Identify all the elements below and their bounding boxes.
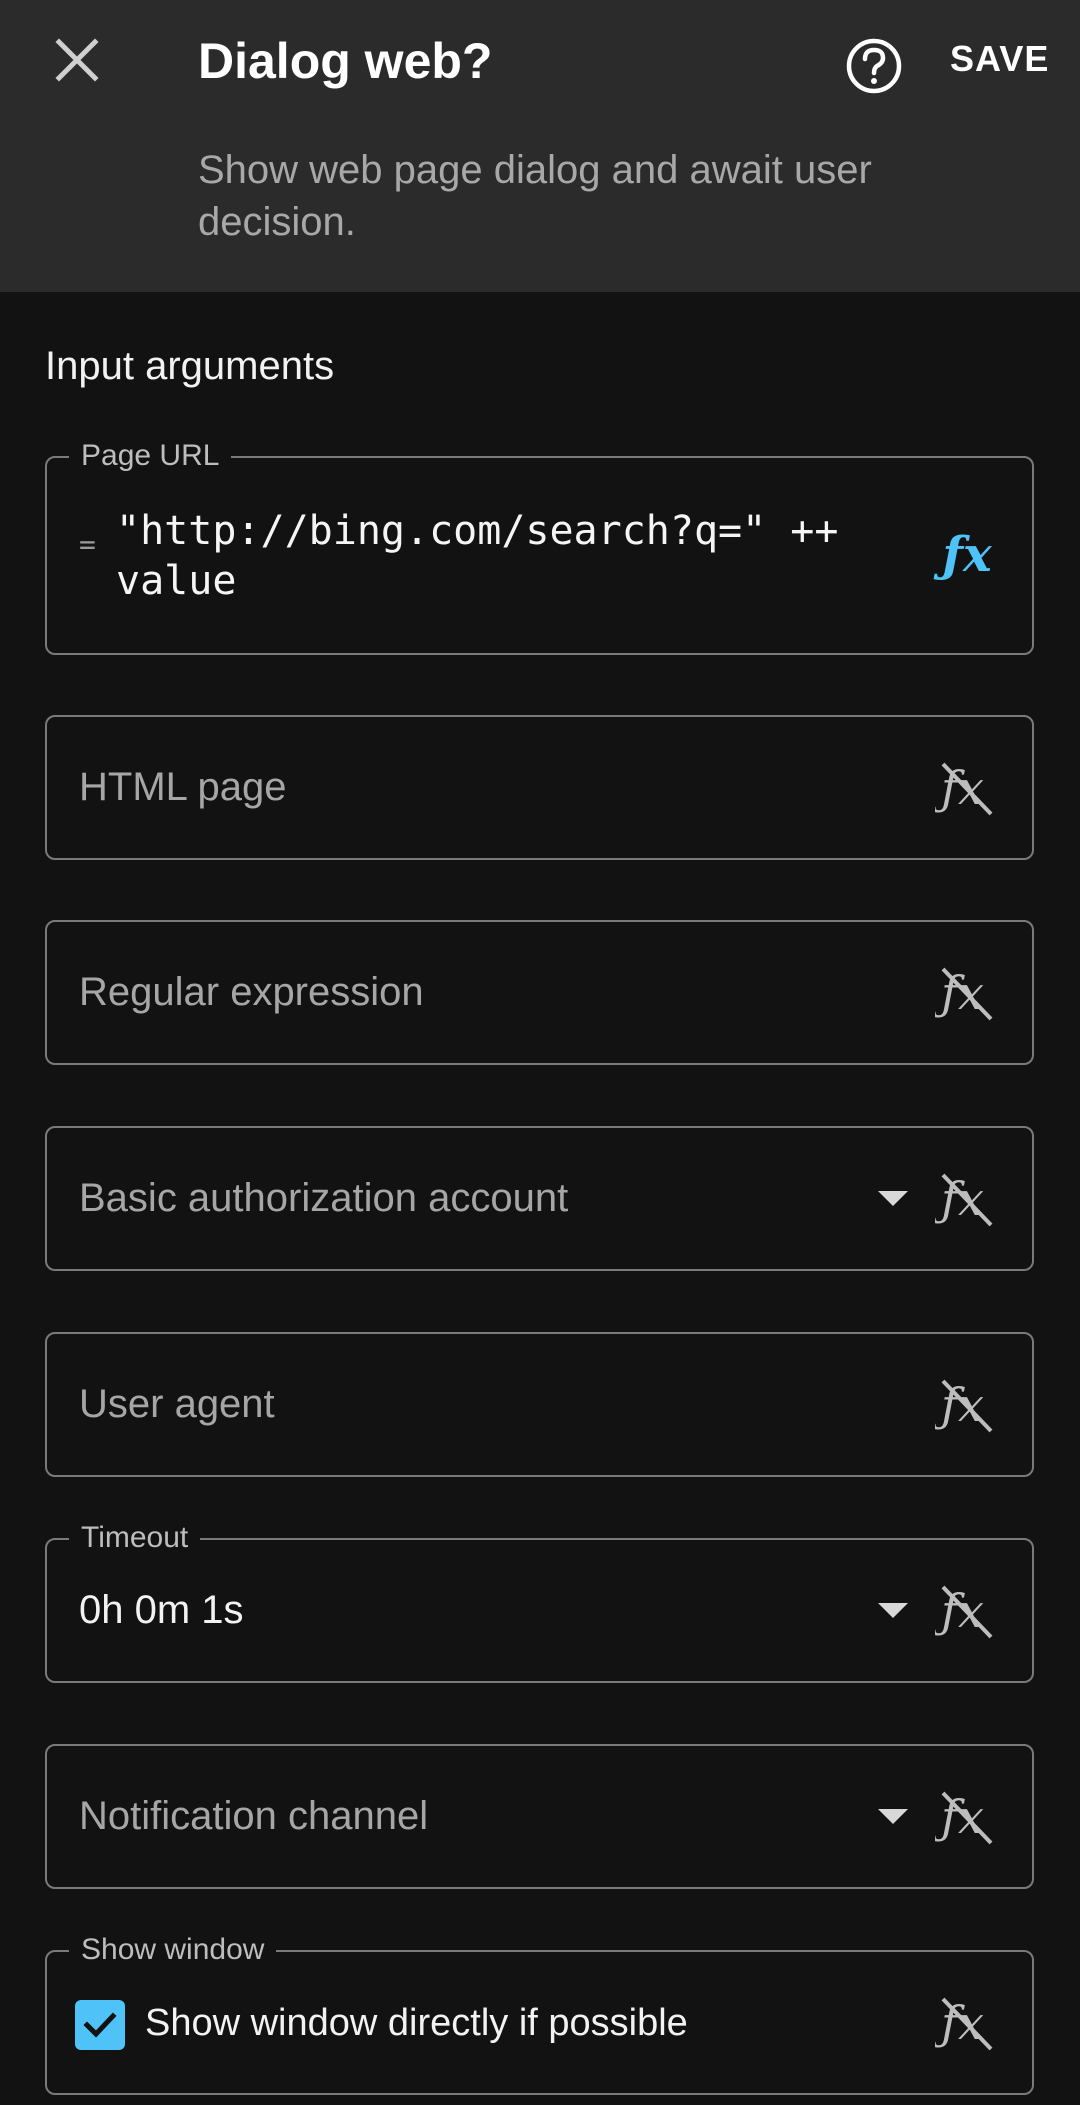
page-url-input[interactable]: "http://bing.com/search?q=" ++ value	[116, 506, 936, 606]
show-window-checkbox[interactable]	[75, 2000, 125, 2050]
fx-toggle-button[interactable]: ƒx	[932, 753, 1002, 823]
page-title: Dialog web?	[198, 33, 493, 89]
svg-text:ƒx: ƒx	[935, 761, 984, 815]
dropdown-button[interactable]	[858, 1576, 928, 1646]
notification-channel-select[interactable]: Notification channel	[79, 1794, 428, 1839]
page-url-field[interactable]: Page URL = "http://bing.com/search?q=" +…	[45, 436, 1034, 655]
fx-disabled-icon: ƒx	[935, 761, 993, 816]
show-window-checkbox-label[interactable]: Show window directly if possible	[145, 2002, 688, 2045]
expression-prefix: =	[79, 528, 96, 561]
notification-channel-field[interactable]: Notification channel ƒx	[45, 1744, 1034, 1889]
fx-toggle-button[interactable]: ƒx	[932, 1370, 1002, 1440]
svg-text:ƒx: ƒx	[935, 1790, 984, 1844]
regular-expression-field[interactable]: Regular expression ƒx	[45, 920, 1034, 1065]
basic-authorization-select[interactable]: Basic authorization account	[79, 1176, 568, 1221]
dropdown-button[interactable]	[858, 1782, 928, 1852]
user-agent-input[interactable]: User agent	[79, 1382, 275, 1427]
svg-text:ƒx: ƒx	[935, 1996, 984, 2050]
html-page-input[interactable]: HTML page	[79, 765, 287, 810]
fx-disabled-icon: ƒx	[935, 1584, 993, 1639]
chevron-down-icon	[878, 1191, 908, 1206]
save-button[interactable]: SAVE	[950, 38, 1049, 80]
fx-disabled-icon: ƒx	[935, 1996, 993, 2051]
fx-active-icon: ƒx	[942, 527, 992, 583]
basic-authorization-field[interactable]: Basic authorization account ƒx	[45, 1126, 1034, 1271]
chevron-down-icon	[878, 1809, 908, 1824]
svg-text:ƒx: ƒx	[935, 1378, 984, 1432]
field-label: Page URL	[69, 436, 232, 476]
close-button[interactable]	[32, 24, 122, 96]
fx-toggle-button[interactable]: ƒx	[932, 520, 1002, 590]
field-label: Show window	[69, 1930, 277, 1970]
dropdown-button[interactable]	[858, 1164, 928, 1234]
page-subtitle: Show web page dialog and await user deci…	[198, 148, 872, 244]
help-icon	[846, 38, 902, 94]
html-page-field[interactable]: HTML page ƒx	[45, 715, 1034, 860]
checkmark-icon	[83, 2012, 117, 2038]
timeout-select[interactable]: 0h 0m 1s	[79, 1588, 244, 1633]
fx-disabled-icon: ƒx	[935, 966, 993, 1021]
svg-text:ƒx: ƒx	[935, 1172, 984, 1226]
fx-toggle-button[interactable]: ƒx	[932, 1576, 1002, 1646]
close-icon	[55, 38, 99, 82]
top-app-bar: Dialog web? SAVE Show web page dialog an…	[0, 0, 1080, 292]
regular-expression-input[interactable]: Regular expression	[79, 970, 424, 1015]
fx-disabled-icon: ƒx	[935, 1790, 993, 1845]
show-window-field: Show window Show window directly if poss…	[45, 1930, 1034, 2095]
fx-toggle-button[interactable]: ƒx	[932, 958, 1002, 1028]
fx-toggle-button[interactable]: ƒx	[932, 1988, 1002, 2058]
chevron-down-icon	[878, 1603, 908, 1618]
fx-toggle-button[interactable]: ƒx	[932, 1782, 1002, 1852]
fx-toggle-button[interactable]: ƒx	[932, 1164, 1002, 1234]
svg-text:ƒx: ƒx	[935, 966, 984, 1020]
svg-text:ƒx: ƒx	[935, 1584, 984, 1638]
fx-disabled-icon: ƒx	[935, 1378, 993, 1433]
fx-disabled-icon: ƒx	[935, 1172, 993, 1227]
help-button[interactable]	[838, 30, 910, 102]
field-label: Timeout	[69, 1518, 201, 1558]
user-agent-field[interactable]: User agent ƒx	[45, 1332, 1034, 1477]
section-title: Input arguments	[45, 344, 335, 388]
timeout-field[interactable]: Timeout 0h 0m 1s ƒx	[45, 1518, 1034, 1683]
